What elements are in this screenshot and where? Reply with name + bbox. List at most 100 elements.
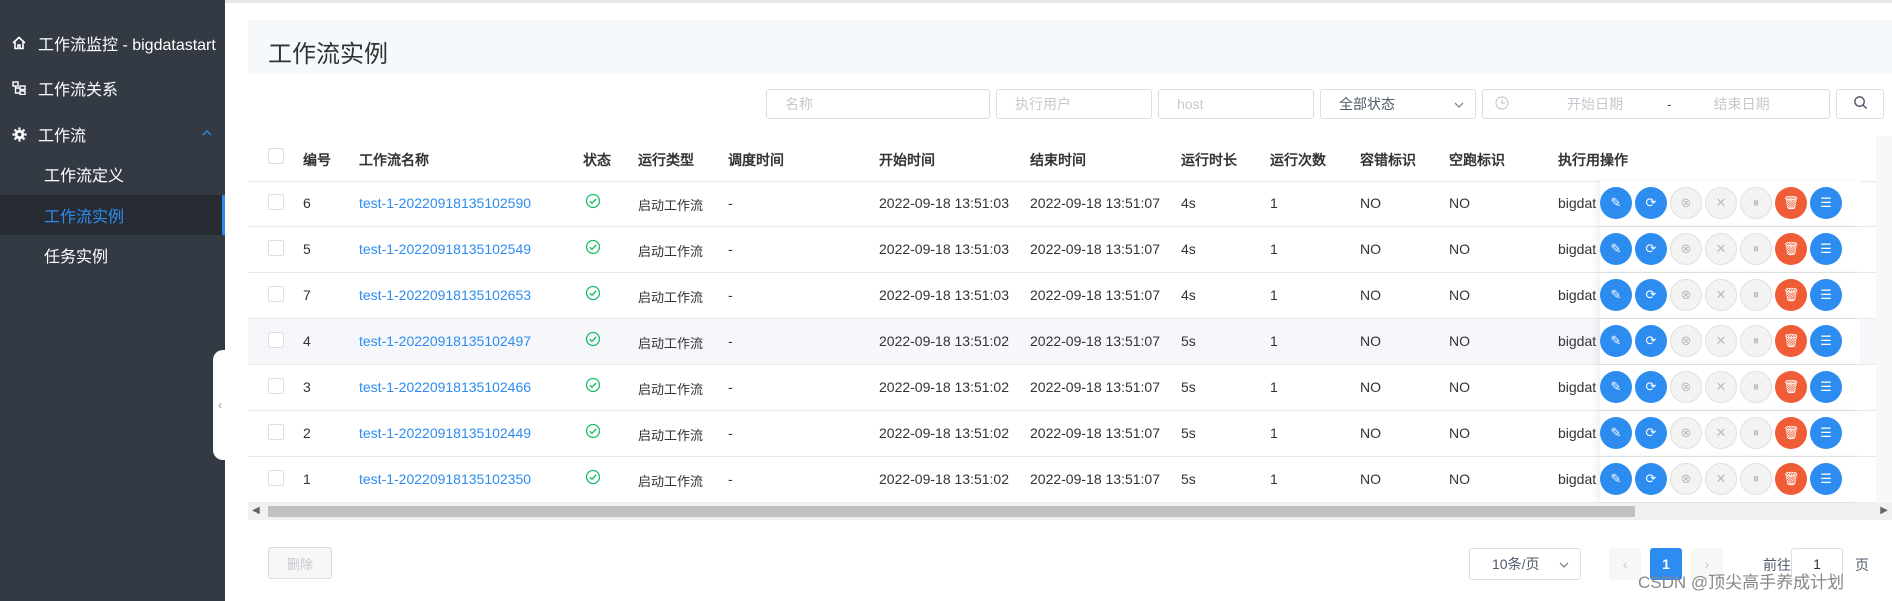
rerun-button[interactable]: ⟳ <box>1635 325 1667 357</box>
trash-button[interactable]: 🗑 <box>1775 463 1807 495</box>
recover-failed-button[interactable]: ⊗ <box>1670 233 1702 265</box>
scroll-left-icon[interactable]: ◀ <box>252 505 260 516</box>
rerun-button[interactable]: ⟳ <box>1635 187 1667 219</box>
row-checkbox[interactable] <box>268 378 284 394</box>
rerun-button[interactable]: ⟳ <box>1635 417 1667 449</box>
duration: 5s <box>1181 333 1196 349</box>
search-button[interactable] <box>1836 89 1884 119</box>
rerun-button[interactable]: ⟳ <box>1635 371 1667 403</box>
trash-button[interactable]: 🗑 <box>1775 371 1807 403</box>
pause-button[interactable]: ⏸ <box>1740 187 1772 219</box>
pause-button[interactable]: ⏸ <box>1740 417 1772 449</box>
sidebar-item-workflow[interactable]: 工作流 <box>0 114 225 154</box>
page-title: 工作流实例 <box>268 41 388 68</box>
edit-button[interactable]: ✎ <box>1600 233 1632 265</box>
gantt-button[interactable]: ☰ <box>1810 371 1842 403</box>
pause-button[interactable]: ⏸ <box>1740 325 1772 357</box>
recover-failed-button[interactable]: ⊗ <box>1670 187 1702 219</box>
stop-button[interactable]: ✕ <box>1705 325 1737 357</box>
stop-button[interactable]: ✕ <box>1705 233 1737 265</box>
stop-button[interactable]: ✕ <box>1705 371 1737 403</box>
pause-button[interactable]: ⏸ <box>1740 233 1772 265</box>
start-time: 2022-09-18 13:51:02 <box>879 379 1009 395</box>
pause-button[interactable]: ⏸ <box>1740 371 1772 403</box>
workflow-name-link[interactable]: test-1-20220918135102653 <box>359 287 531 303</box>
host-input[interactable]: host <box>1158 89 1314 119</box>
relation-icon <box>10 81 28 95</box>
edit-button[interactable]: ✎ <box>1600 187 1632 219</box>
workflow-name-link[interactable]: test-1-20220918135102549 <box>359 241 531 257</box>
gantt-button[interactable]: ☰ <box>1810 463 1842 495</box>
recover-failed-button[interactable]: ⊗ <box>1670 417 1702 449</box>
row-checkbox[interactable] <box>268 470 284 486</box>
workflow-name-link[interactable]: test-1-20220918135102449 <box>359 425 531 441</box>
table-row: 6 test-1-20220918135102590 启动工作流 - 2022-09-1… <box>248 181 1892 227</box>
gantt-button[interactable]: ☰ <box>1810 233 1842 265</box>
workflow-name-link[interactable]: test-1-20220918135102350 <box>359 471 531 487</box>
row-id: 6 <box>303 195 311 211</box>
gantt-button[interactable]: ☰ <box>1810 187 1842 219</box>
name-input[interactable]: 名称 <box>766 89 990 119</box>
vertical-scrollbar[interactable] <box>1876 136 1892 503</box>
row-checkbox[interactable] <box>268 332 284 348</box>
prev-page-button[interactable]: ‹ <box>1609 548 1641 580</box>
recover-failed-button[interactable]: ⊗ <box>1670 325 1702 357</box>
scroll-right-icon[interactable]: ▶ <box>1880 505 1888 516</box>
gantt-button[interactable]: ☰ <box>1810 325 1842 357</box>
workflow-name-link[interactable]: test-1-20220918135102590 <box>359 195 531 211</box>
start-time: 2022-09-18 13:51:03 <box>879 195 1009 211</box>
horizontal-scroll-thumb[interactable] <box>268 506 1635 517</box>
trash-icon: 🗑 <box>1782 241 1800 256</box>
gantt-button[interactable]: ☰ <box>1810 417 1842 449</box>
edit-button[interactable]: ✎ <box>1600 417 1632 449</box>
sidebar-item-task-instance[interactable]: 任务实例 <box>0 235 225 275</box>
sidebar-item-monitor[interactable]: 工作流监控 - bigdatastart <box>0 23 225 63</box>
workflow-name-link[interactable]: test-1-20220918135102497 <box>359 333 531 349</box>
row-checkbox[interactable] <box>268 424 284 440</box>
stop-button[interactable]: ✕ <box>1705 279 1737 311</box>
recover-failed-button[interactable]: ⊗ <box>1670 463 1702 495</box>
trash-button[interactable]: 🗑 <box>1775 233 1807 265</box>
schedule-time: - <box>728 287 733 303</box>
row-checkbox[interactable] <box>268 194 284 210</box>
rerun-button[interactable]: ⟳ <box>1635 279 1667 311</box>
stop-button[interactable]: ✕ <box>1705 463 1737 495</box>
recover-failed-button[interactable]: ⊗ <box>1670 371 1702 403</box>
stop-button[interactable]: ✕ <box>1705 187 1737 219</box>
sidebar-item-instance[interactable]: 工作流实例 <box>0 195 225 235</box>
edit-button[interactable]: ✎ <box>1600 325 1632 357</box>
trash-icon: 🗑 <box>1782 471 1800 486</box>
run-times: 1 <box>1270 471 1278 487</box>
sidebar-item-definition[interactable]: 工作流定义 <box>0 154 225 194</box>
trash-button[interactable]: 🗑 <box>1775 279 1807 311</box>
table-header: 编号 工作流名称 状态 运行类型 调度时间 开始时间 结束时间 运行时长 运行次… <box>248 135 1892 182</box>
edit-button[interactable]: ✎ <box>1600 371 1632 403</box>
row-operations: ✎ ⟳ ⊗ ✕ ⏸ 🗑 ☰ <box>1600 181 1860 226</box>
recover-failed-button[interactable]: ⊗ <box>1670 279 1702 311</box>
sidebar-item-relation[interactable]: 工作流关系 <box>0 68 225 108</box>
stop-button[interactable]: ✕ <box>1705 417 1737 449</box>
pause-button[interactable]: ⏸ <box>1740 279 1772 311</box>
gantt-icon: ☰ <box>1820 195 1832 210</box>
sidebar-collapse-toggle[interactable]: ‹ <box>213 350 227 460</box>
select-all-checkbox[interactable] <box>268 148 284 164</box>
trash-button[interactable]: 🗑 <box>1775 417 1807 449</box>
edit-button[interactable]: ✎ <box>1600 463 1632 495</box>
date-range-picker[interactable]: 开始日期 - 结束日期 <box>1482 89 1830 119</box>
row-checkbox[interactable] <box>268 240 284 256</box>
rerun-button[interactable]: ⟳ <box>1635 233 1667 265</box>
status-select[interactable]: 全部状态 <box>1320 89 1476 119</box>
edit-button[interactable]: ✎ <box>1600 279 1632 311</box>
page-size-select[interactable]: 10条/页 <box>1469 548 1581 580</box>
pause-button[interactable]: ⏸ <box>1740 463 1772 495</box>
horizontal-scrollbar[interactable]: ◀ ▶ <box>248 503 1892 520</box>
row-checkbox[interactable] <box>268 286 284 302</box>
delete-button[interactable]: 删除 <box>268 547 332 579</box>
user-input[interactable]: 执行用户 <box>996 89 1152 119</box>
recover-failed-icon: ⊗ <box>1680 333 1692 348</box>
gantt-button[interactable]: ☰ <box>1810 279 1842 311</box>
trash-button[interactable]: 🗑 <box>1775 187 1807 219</box>
rerun-button[interactable]: ⟳ <box>1635 463 1667 495</box>
trash-button[interactable]: 🗑 <box>1775 325 1807 357</box>
workflow-name-link[interactable]: test-1-20220918135102466 <box>359 379 531 395</box>
